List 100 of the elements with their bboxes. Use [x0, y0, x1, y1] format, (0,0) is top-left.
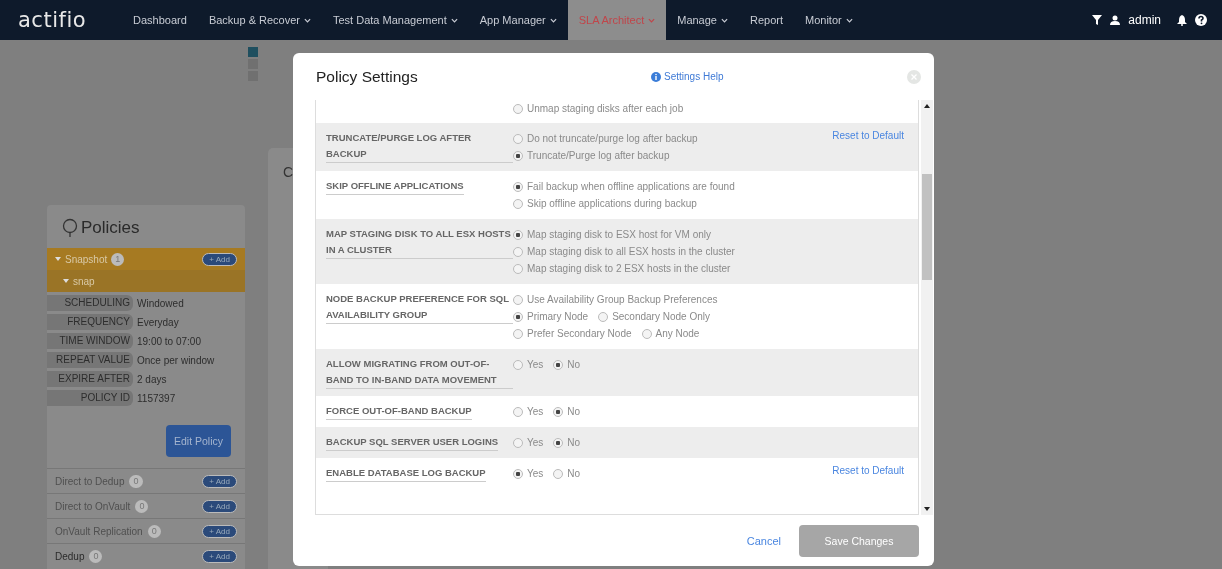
- radio-option[interactable]: Skip offline applications during backup: [513, 198, 697, 209]
- detail-value: Everyday: [137, 316, 179, 328]
- scroll-up-icon[interactable]: [924, 104, 930, 108]
- radio-option[interactable]: No: [553, 468, 581, 479]
- radio-button[interactable]: [598, 311, 609, 322]
- radio-button[interactable]: [513, 468, 523, 479]
- radio-option[interactable]: Map staging disk to ESX host for VM only: [513, 229, 711, 240]
- dialog-title: Policy Settings: [316, 67, 419, 86]
- filter-icon[interactable]: [1092, 15, 1103, 25]
- radio-button[interactable]: [553, 406, 564, 417]
- radio-button[interactable]: [513, 150, 523, 161]
- nav-tab[interactable]: Dashboard: [122, 0, 198, 40]
- radio-button[interactable]: [513, 246, 523, 257]
- add-button[interactable]: + Add: [202, 252, 237, 266]
- setting-label: NODE BACKUP PREFERENCE FOR SQL AVAILABILITY GROUP: [326, 291, 513, 324]
- logo[interactable]: actifio: [18, 8, 87, 32]
- detail-label: POLICY ID: [47, 390, 133, 406]
- cancel-link[interactable]: Cancel: [746, 534, 781, 547]
- policy-row[interactable]: snap: [47, 270, 245, 292]
- policy-name: snap: [73, 275, 95, 287]
- bell-icon[interactable]: [1177, 14, 1187, 26]
- radio-button[interactable]: [513, 294, 523, 305]
- radio-button[interactable]: [513, 198, 523, 209]
- radio-button[interactable]: [513, 437, 523, 448]
- radio-option[interactable]: Fail backup when offline applications are found: [513, 181, 735, 192]
- template-row[interactable]: Dedup 0 + Add: [47, 543, 245, 568]
- setting-label: TRUNCATE/PURGE LOG AFTER BACKUP: [326, 130, 513, 163]
- radio-option[interactable]: Yes: [513, 437, 544, 448]
- template-label: OnVault Replication: [55, 525, 143, 537]
- radio-button[interactable]: [513, 311, 523, 322]
- nav-tab[interactable]: Report: [739, 0, 794, 40]
- detail-label: SCHEDULING: [47, 295, 133, 311]
- radio-option[interactable]: Yes: [513, 468, 544, 479]
- radio-option[interactable]: Map staging disk to all ESX hosts in the cluster: [513, 246, 735, 257]
- radio-option[interactable]: No: [553, 437, 581, 448]
- reset-to-default-link[interactable]: Reset to Default: [832, 465, 904, 476]
- help-icon[interactable]: [1195, 14, 1207, 26]
- setting-label: ALLOW MIGRATING FROM OUT-OF-BAND TO IN-BAND DATA MOVEMENT: [326, 356, 513, 389]
- radio-button[interactable]: [513, 181, 523, 192]
- radio-button[interactable]: [513, 359, 523, 370]
- template-label: Snapshot: [65, 253, 108, 265]
- radio-option[interactable]: Map staging disk to 2 ESX hosts in the cluster: [513, 263, 731, 274]
- radio-option[interactable]: Yes: [513, 406, 544, 417]
- detail-value: 1157397: [137, 392, 176, 404]
- radio-button[interactable]: [553, 359, 564, 370]
- detail-value: 2 days: [137, 373, 167, 385]
- add-button[interactable]: + Add: [202, 549, 237, 563]
- radio-button[interactable]: [513, 406, 523, 417]
- scroll-thumb[interactable]: [922, 174, 932, 280]
- setting-label: ENABLE DATABASE LOG BACKUP: [326, 465, 486, 482]
- radio-button[interactable]: [513, 133, 523, 144]
- panel-title: Policies: [81, 218, 140, 238]
- info-icon: [651, 71, 661, 82]
- count-badge: 0: [89, 549, 103, 563]
- card-text: C: [283, 164, 294, 180]
- radio-button[interactable]: [553, 437, 564, 448]
- nav-tab[interactable]: Monitor: [794, 0, 864, 40]
- nav-tab[interactable]: Backup & Recover: [197, 0, 322, 40]
- radio-button[interactable]: [513, 103, 523, 114]
- snapshot-row[interactable]: Snapshot 1 + Add: [47, 248, 245, 270]
- user-icon: [1110, 15, 1121, 25]
- radio-option[interactable]: Secondary Node Only: [598, 311, 710, 322]
- detail-value: 19:00 to 07:00: [137, 335, 201, 347]
- radio-button[interactable]: [513, 229, 523, 240]
- nav-tab[interactable]: App Manager: [468, 0, 568, 40]
- expand-triangle-icon: [55, 257, 61, 261]
- radio-option[interactable]: No: [553, 406, 581, 417]
- radio-option[interactable]: Any Node: [641, 328, 700, 339]
- detail-value: Once per window: [137, 354, 215, 366]
- radio-option[interactable]: Primary Node: [513, 311, 589, 322]
- expand-triangle-icon: [63, 279, 69, 283]
- radio-option[interactable]: Use Availability Group Backup Preferences: [513, 294, 718, 305]
- detail-value: Windowed: [137, 297, 184, 309]
- settings-help-link[interactable]: Settings Help: [651, 71, 724, 82]
- count-badge: 1: [111, 252, 125, 266]
- scroll-down-icon[interactable]: [924, 507, 930, 511]
- nav-tab[interactable]: Test Data Management: [322, 0, 469, 40]
- radio-option[interactable]: Unmap staging disks after each job: [513, 103, 684, 114]
- radio-option[interactable]: Prefer Secondary Node: [513, 328, 632, 339]
- radio-option[interactable]: No: [553, 359, 581, 370]
- detail-label: EXPIRE AFTER: [47, 371, 133, 387]
- pin-icon: [62, 218, 78, 238]
- radio-button[interactable]: [641, 328, 652, 339]
- count-badge: 0: [147, 524, 161, 538]
- detail-label: FREQUENCY: [47, 314, 133, 330]
- radio-button[interactable]: [553, 468, 564, 479]
- radio-option[interactable]: Yes: [513, 359, 544, 370]
- template-label: Dedup: [55, 550, 85, 562]
- nav-tab[interactable]: Manage: [666, 0, 739, 40]
- edit-policy-button[interactable]: Edit Policy: [165, 425, 231, 457]
- count-badge: 0: [135, 499, 149, 513]
- radio-option[interactable]: Do not truncate/purge log after backup: [513, 133, 698, 144]
- radio-button[interactable]: [513, 328, 523, 339]
- detail-label: REPEAT VALUE: [47, 352, 133, 368]
- setting-label: FORCE OUT-OF-BAND BACKUP: [326, 403, 472, 420]
- reset-to-default-link[interactable]: Reset to Default: [832, 130, 904, 141]
- radio-option[interactable]: Truncate/Purge log after backup: [513, 150, 670, 161]
- radio-button[interactable]: [513, 263, 523, 274]
- user-name[interactable]: admin: [1128, 13, 1161, 27]
- close-icon[interactable]: [907, 69, 921, 84]
